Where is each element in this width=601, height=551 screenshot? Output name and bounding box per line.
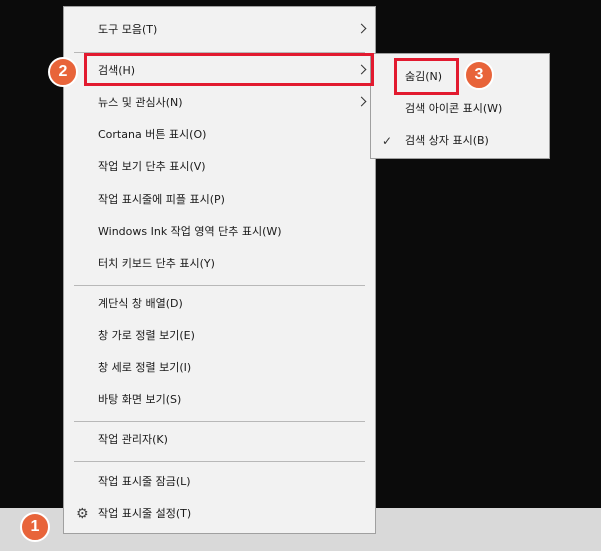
- menu-item-cascade[interactable]: 계단식 창 배열(D): [64, 289, 375, 319]
- menu-item-label: 작업 관리자(K): [98, 433, 168, 446]
- step-badge-2: 2: [48, 57, 78, 87]
- menu-item-toolbars[interactable]: 도구 모음(T): [64, 15, 375, 45]
- menu-item-task-manager[interactable]: 작업 관리자(K): [64, 425, 375, 455]
- submenu-item-label: 검색 상자 표시(B): [405, 134, 489, 147]
- menu-item-show-desktop[interactable]: 바탕 화면 보기(S): [64, 385, 375, 415]
- menu-item-label: 창 가로 정렬 보기(E): [98, 329, 195, 342]
- submenu-item-show-search-box[interactable]: ✓ 검색 상자 표시(B): [371, 126, 549, 156]
- checkmark-icon: ✓: [382, 134, 393, 148]
- menu-item-windows-ink[interactable]: Windows Ink 작업 영역 단추 표시(W): [64, 217, 375, 247]
- menu-item-label: 창 세로 정렬 보기(I): [98, 361, 192, 374]
- menu-item-label: Cortana 버튼 표시(O): [98, 128, 207, 141]
- menu-item-people[interactable]: 작업 표시줄에 피플 표시(P): [64, 185, 375, 215]
- menu-item-touch-keyboard[interactable]: 터치 키보드 단추 표시(Y): [64, 249, 375, 279]
- menu-item-stack[interactable]: 창 가로 정렬 보기(E): [64, 321, 375, 351]
- menu-item-side-by-side[interactable]: 창 세로 정렬 보기(I): [64, 353, 375, 383]
- menu-item-label: 작업 보기 단추 표시(V): [98, 160, 206, 173]
- search-item-highlight: [84, 53, 374, 86]
- menu-item-label: 작업 표시줄 설정(T): [98, 507, 192, 520]
- menu-item-label: 작업 표시줄에 피플 표시(P): [98, 193, 225, 206]
- menu-separator: [74, 461, 365, 462]
- submenu-item-show-search-icon[interactable]: 검색 아이콘 표시(W): [371, 94, 549, 124]
- chevron-right-icon: [356, 96, 367, 107]
- submenu-item-label: 검색 아이콘 표시(W): [405, 102, 503, 115]
- hidden-item-highlight: [394, 58, 459, 95]
- menu-item-label: 터치 키보드 단추 표시(Y): [98, 257, 215, 270]
- menu-item-label: 도구 모음(T): [98, 23, 158, 36]
- menu-item-news-interests[interactable]: 뉴스 및 관심사(N): [64, 88, 375, 118]
- menu-item-cortana[interactable]: Cortana 버튼 표시(O): [64, 120, 375, 150]
- menu-separator: [74, 421, 365, 422]
- menu-item-label: 작업 표시줄 잠금(L): [98, 475, 191, 488]
- menu-item-label: 계단식 창 배열(D): [98, 297, 183, 310]
- menu-separator: [74, 285, 365, 286]
- menu-item-task-view[interactable]: 작업 보기 단추 표시(V): [64, 152, 375, 182]
- step-badge-3: 3: [464, 60, 494, 90]
- menu-item-label: 바탕 화면 보기(S): [98, 393, 182, 406]
- step-badge-1: 1: [20, 512, 50, 542]
- menu-item-label: Windows Ink 작업 영역 단추 표시(W): [98, 225, 282, 238]
- gear-icon: ⚙: [76, 506, 89, 522]
- menu-item-lock-taskbar[interactable]: 작업 표시줄 잠금(L): [64, 467, 375, 497]
- chevron-right-icon: [356, 23, 367, 34]
- menu-item-label: 뉴스 및 관심사(N): [98, 96, 183, 109]
- menu-item-taskbar-settings[interactable]: ⚙ 작업 표시줄 설정(T): [64, 499, 375, 529]
